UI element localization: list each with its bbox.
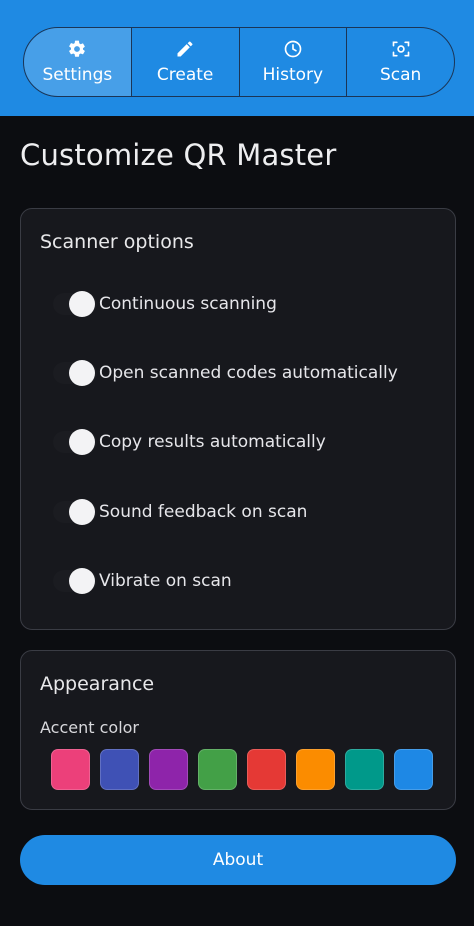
option-sound-feedback[interactable]: Sound feedback on scan bbox=[53, 495, 307, 529]
accent-swatch-pink[interactable] bbox=[51, 749, 90, 790]
top-app-bar: Settings Create History Scan bbox=[0, 0, 474, 116]
gear-icon bbox=[69, 40, 86, 57]
continuous-scanning-toggle[interactable] bbox=[53, 291, 97, 317]
tab-label: Create bbox=[156, 65, 214, 85]
section-title: Appearance bbox=[40, 673, 155, 695]
option-copy-automatically[interactable]: Copy results automatically bbox=[53, 425, 326, 459]
accent-color-label: Accent color bbox=[40, 718, 139, 737]
open-automatically-toggle[interactable] bbox=[53, 360, 97, 386]
option-vibrate[interactable]: Vibrate on scan bbox=[53, 564, 232, 598]
toggle-knob bbox=[69, 568, 95, 594]
option-label: Vibrate on scan bbox=[99, 571, 232, 591]
scan-icon bbox=[392, 41, 409, 57]
tab-label: Scan bbox=[379, 65, 422, 85]
accent-swatch-teal[interactable] bbox=[345, 749, 384, 790]
option-label: Sound feedback on scan bbox=[99, 502, 308, 522]
vibrate-toggle[interactable] bbox=[53, 568, 97, 594]
accent-swatch-purple[interactable] bbox=[149, 749, 188, 790]
accent-swatch-red[interactable] bbox=[247, 749, 286, 790]
about-button[interactable]: About bbox=[20, 835, 456, 885]
sound-feedback-toggle[interactable] bbox=[53, 499, 97, 525]
accent-color-swatches bbox=[51, 749, 433, 790]
accent-swatch-green[interactable] bbox=[198, 749, 237, 790]
tab-create[interactable]: Create bbox=[130, 28, 239, 96]
option-open-automatically[interactable]: Open scanned codes automatically bbox=[53, 356, 398, 390]
accent-swatch-orange[interactable] bbox=[296, 749, 335, 790]
toggle-knob bbox=[69, 429, 95, 455]
section-title: Scanner options bbox=[40, 231, 194, 253]
page-title: Customize QR Master bbox=[20, 138, 337, 172]
toggle-knob bbox=[69, 291, 95, 317]
option-continuous-scanning[interactable]: Continuous scanning bbox=[53, 287, 277, 321]
pencil-icon bbox=[177, 41, 193, 57]
toggle-knob bbox=[69, 360, 95, 386]
tab-label: Settings bbox=[42, 65, 113, 85]
tab-settings[interactable]: Settings bbox=[24, 28, 131, 96]
accent-swatch-indigo[interactable] bbox=[100, 749, 139, 790]
copy-automatically-toggle[interactable] bbox=[53, 429, 97, 455]
tab-scan[interactable]: Scan bbox=[346, 28, 454, 96]
option-label: Open scanned codes automatically bbox=[99, 363, 398, 383]
accent-swatch-blue[interactable] bbox=[394, 749, 433, 790]
option-label: Continuous scanning bbox=[99, 294, 277, 314]
appearance-card: Appearance Accent color bbox=[20, 650, 456, 810]
clock-icon bbox=[284, 40, 302, 58]
option-label: Copy results automatically bbox=[99, 432, 326, 452]
tab-history[interactable]: History bbox=[238, 28, 347, 96]
tab-label: History bbox=[262, 65, 324, 85]
scanner-options-card: Scanner options Continuous scanning Open… bbox=[20, 208, 456, 630]
nav-segmented-control: Settings Create History Scan bbox=[23, 27, 455, 97]
toggle-knob bbox=[69, 499, 95, 525]
